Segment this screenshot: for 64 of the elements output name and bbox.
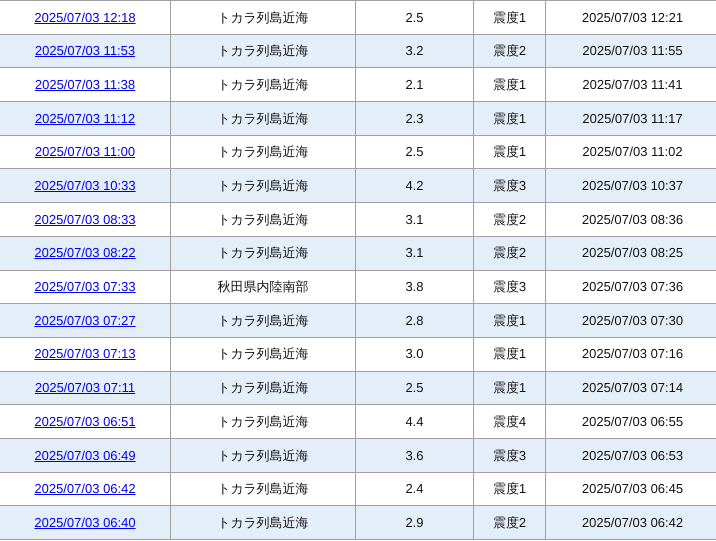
table-cell: 2.5 bbox=[405, 144, 424, 160]
table-cell: 2025/07/03 08:25 bbox=[582, 245, 684, 260]
table-cell: 2025/07/03 06:42 bbox=[582, 514, 684, 530]
table-cell: 2.9 bbox=[405, 514, 424, 530]
table-cell: トカラ列島近海 bbox=[218, 414, 308, 429]
table-cell: トカラ列島近海 bbox=[218, 212, 308, 227]
table-cell: 震度3 bbox=[492, 279, 526, 294]
table-cell: 震度3 bbox=[492, 448, 526, 463]
table-cell: 2025/07/03 06:55 bbox=[582, 414, 684, 429]
table-cell: トカラ列島近海 bbox=[218, 448, 308, 463]
table-cell: 震度2 bbox=[492, 245, 526, 260]
table-cell: 2025/07/03 10:37 bbox=[582, 178, 684, 194]
table-cell: トカラ列島近海 bbox=[218, 110, 308, 126]
table-cell: 2.5 bbox=[405, 10, 424, 25]
table-cell: 2025/07/03 07:36 bbox=[582, 279, 684, 294]
table-cell: 3.1 bbox=[405, 212, 424, 227]
table-cell: 3.2 bbox=[405, 43, 424, 58]
table-cell: トカラ列島近海 bbox=[218, 481, 308, 496]
table-cell: 2025/07/03 06:53 bbox=[582, 448, 684, 463]
table-cell: トカラ列島近海 bbox=[218, 43, 308, 58]
table-cell: 2025/07/03 11:02 bbox=[582, 144, 683, 160]
table-cell: 2025/07/03 12:21 bbox=[582, 10, 684, 25]
table-cell: 震度1 bbox=[492, 144, 526, 160]
table-cell: 震度1 bbox=[492, 312, 526, 328]
table-cell: トカラ列島近海 bbox=[218, 76, 308, 92]
table-cell: 2025/07/03 07:14 bbox=[582, 380, 684, 396]
table-cell: 震度2 bbox=[492, 212, 526, 227]
table-cell: トカラ列島近海 bbox=[218, 346, 308, 362]
table-cell: 4.4 bbox=[405, 414, 424, 429]
table-cell: 震度1 bbox=[492, 481, 526, 496]
table-cell: 震度2 bbox=[492, 514, 526, 530]
table-cell: 震度2 bbox=[492, 43, 526, 58]
table-cell: 2.4 bbox=[405, 481, 424, 496]
table-cell: 4.2 bbox=[405, 178, 424, 194]
table-cell: 震度1 bbox=[492, 380, 526, 396]
table-cell: トカラ列島近海 bbox=[218, 10, 308, 25]
table-cell: 2025/07/03 07:16 bbox=[582, 346, 684, 362]
table-cell: 震度1 bbox=[492, 76, 526, 92]
table-cell: トカラ列島近海 bbox=[218, 312, 308, 328]
table-cell: トカラ列島近海 bbox=[218, 178, 308, 194]
table-cell: 3.0 bbox=[405, 346, 424, 362]
table-cell: 2025/07/03 11:55 bbox=[582, 43, 683, 58]
table-cell: 震度4 bbox=[492, 414, 526, 429]
table-cell: 2.1 bbox=[405, 76, 424, 92]
table-cell: トカラ列島近海 bbox=[218, 514, 308, 530]
table-cell: 3.6 bbox=[405, 448, 424, 463]
table-cell: トカラ列島近海 bbox=[218, 144, 308, 160]
table-cell: 2.3 bbox=[405, 110, 424, 126]
table-cell: トカラ列島近海 bbox=[218, 380, 308, 396]
table-cell: 2025/07/03 06:45 bbox=[582, 481, 684, 496]
table-cell: 震度1 bbox=[492, 10, 526, 25]
table-cell: 3.1 bbox=[405, 245, 424, 260]
table-cell: 2025/07/03 07:30 bbox=[582, 312, 684, 328]
table-cell: 2025/07/03 11:17 bbox=[582, 110, 683, 126]
table-cell: 2025/07/03 11:41 bbox=[582, 76, 683, 92]
table-cell: 2.8 bbox=[405, 312, 424, 328]
table-cell: 震度1 bbox=[492, 346, 526, 362]
table-cell: 2.5 bbox=[405, 380, 424, 396]
table-cell: 震度3 bbox=[492, 178, 526, 194]
table-cell: 3.8 bbox=[405, 279, 424, 294]
table-cell: 2025/07/03 08:36 bbox=[582, 212, 684, 227]
table-cell: 秋田県内陸南部 bbox=[218, 279, 308, 294]
table-cell: トカラ列島近海 bbox=[218, 245, 308, 260]
table-cell: 震度1 bbox=[492, 110, 526, 126]
